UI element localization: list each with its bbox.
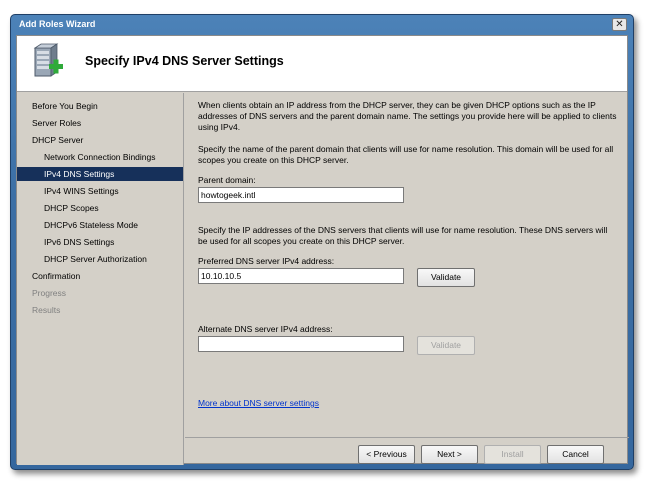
previous-button[interactable]: < Previous (358, 445, 415, 464)
wizard-window: Add Roles Wizard ✕ Specify IPv4 DNS Serv… (10, 14, 634, 470)
page-title: Specify IPv4 DNS Server Settings (85, 54, 284, 68)
alternate-dns-input[interactable] (198, 336, 404, 352)
close-button[interactable]: ✕ (612, 18, 627, 31)
nav-item-confirmation[interactable]: Confirmation (17, 269, 183, 283)
title-bar[interactable]: Add Roles Wizard ✕ (11, 15, 633, 33)
window-title: Add Roles Wizard (19, 19, 96, 29)
nav-item-ipv4-wins-settings[interactable]: IPv4 WINS Settings (17, 184, 183, 198)
nav-item-dhcp-server-authorization[interactable]: DHCP Server Authorization (17, 252, 183, 266)
cancel-button[interactable]: Cancel (547, 445, 604, 464)
alternate-dns-label: Alternate DNS server IPv4 address: (198, 324, 333, 334)
nav-item-results: Results (32, 305, 61, 315)
wizard-content: When clients obtain an IP address from t… (185, 93, 629, 438)
nav-item-ipv4-dns-settings[interactable]: IPv4 DNS Settings (17, 167, 183, 181)
nav-item-dhcp-server[interactable]: DHCP Server (17, 133, 183, 147)
more-about-dns-link[interactable]: More about DNS server settings (198, 398, 319, 408)
nav-item-ipv6-dns-settings[interactable]: IPv6 DNS Settings (17, 235, 183, 249)
wizard-nav: Before You Begin Server Roles DHCP Serve… (17, 93, 184, 465)
dns-instructions: Specify the IP addresses of the DNS serv… (198, 225, 608, 246)
wizard-client-area: Specify IPv4 DNS Server Settings Before … (16, 35, 629, 465)
footer-divider (185, 437, 629, 438)
parent-domain-input[interactable] (198, 187, 404, 203)
next-button[interactable]: Next > (421, 445, 478, 464)
nav-item-server-roles[interactable]: Server Roles (17, 116, 183, 130)
nav-item-dhcpv6-stateless-mode[interactable]: DHCPv6 Stateless Mode (17, 218, 183, 232)
nav-item-dhcp-scopes[interactable]: DHCP Scopes (17, 201, 183, 215)
preferred-dns-input[interactable] (198, 268, 404, 284)
intro-text: When clients obtain an IP address from t… (198, 100, 617, 132)
domain-instructions: Specify the name of the parent domain th… (198, 144, 614, 165)
nav-item-network-connection-bindings[interactable]: Network Connection Bindings (17, 150, 183, 164)
validate-preferred-button[interactable]: Validate (417, 268, 475, 287)
wizard-header: Specify IPv4 DNS Server Settings (17, 36, 627, 92)
install-button: Install (484, 445, 541, 464)
preferred-dns-label: Preferred DNS server IPv4 address: (198, 256, 335, 266)
nav-item-before-you-begin[interactable]: Before You Begin (17, 99, 183, 113)
parent-domain-label: Parent domain: (198, 175, 256, 185)
validate-alternate-button: Validate (417, 336, 475, 355)
server-add-icon (33, 43, 63, 77)
nav-item-progress: Progress (32, 288, 67, 298)
